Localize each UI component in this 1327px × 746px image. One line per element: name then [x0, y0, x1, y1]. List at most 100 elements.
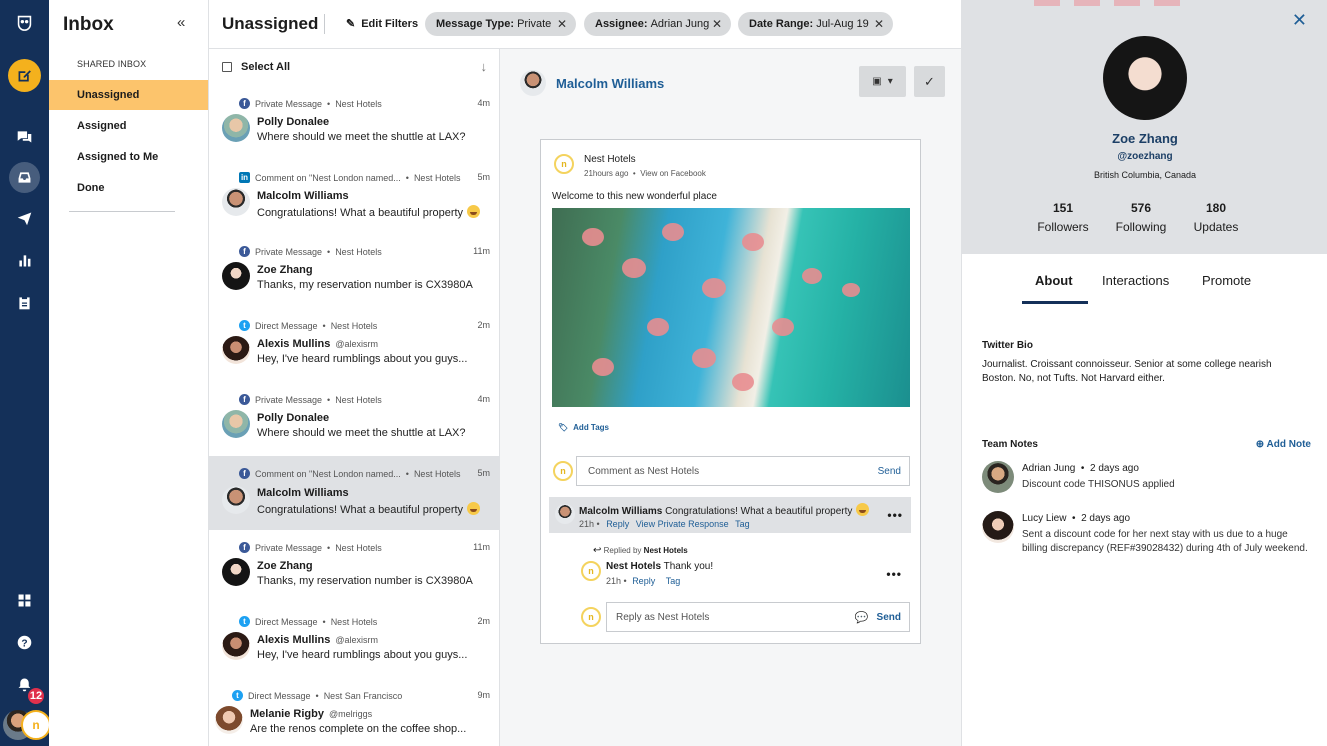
- publish-icon[interactable]: [10, 204, 39, 233]
- list-item[interactable]: f Private Message • Nest Hotels 11m Zoe Zha…: [209, 240, 499, 314]
- more-options-icon[interactable]: •••: [886, 567, 902, 581]
- comment-input[interactable]: Comment as Nest Hotels Send: [576, 456, 910, 486]
- note-author: Lucy Liew: [1022, 513, 1067, 524]
- message-type: Comment on "Nest London named...: [255, 468, 401, 479]
- list-item[interactable]: t Direct Message • Nest Hotels 2m Alexis Mu…: [209, 610, 499, 684]
- sender-name: Malcolm Williams: [257, 487, 349, 499]
- filter-chip-assignee[interactable]: Assignee: Adrian Jung ✕: [584, 12, 731, 36]
- resolve-button[interactable]: ✓: [914, 66, 945, 97]
- reply-input[interactable]: Reply as Nest Hotels 💬 Send: [606, 602, 910, 632]
- filter-chip-date-range[interactable]: Date Range: Jul-Aug 19 ✕: [738, 12, 893, 36]
- remove-filter-icon[interactable]: ✕: [712, 17, 722, 31]
- more-options-icon[interactable]: •••: [887, 508, 903, 522]
- dot-separator: •: [322, 616, 326, 627]
- edit-filters-label: Edit Filters: [361, 17, 419, 30]
- list-item[interactable]: f Private Message • Nest Hotels 4m Polly Do…: [209, 92, 499, 166]
- close-icon[interactable]: ✕: [1292, 10, 1307, 31]
- message-time: 5m: [477, 172, 490, 182]
- profile-name: Zoe Zhang: [1112, 131, 1178, 146]
- message-meta: f Private Message • Nest Hotels: [239, 98, 382, 109]
- list-item[interactable]: f Private Message • Nest Hotels 4m Polly Do…: [209, 388, 499, 462]
- nav-item-done[interactable]: Done: [49, 173, 208, 203]
- inbox-icon[interactable]: [9, 162, 40, 193]
- reply-tag-link[interactable]: Tag: [666, 576, 681, 586]
- message-preview: Where should we meet the shuttle at LAX?: [257, 131, 466, 143]
- replied-by-author: Nest Hotels: [643, 546, 688, 555]
- nav-item-assigned[interactable]: Assigned: [49, 111, 208, 141]
- remove-filter-icon[interactable]: ✕: [557, 17, 567, 31]
- avatar: [222, 558, 250, 586]
- help-icon[interactable]: ?: [10, 628, 39, 657]
- comment-actions: 21h • Reply View Private Response Tag: [579, 519, 750, 529]
- add-tags-button[interactable]: 🏷 Add Tags: [558, 423, 609, 432]
- tab-promote[interactable]: Promote: [1202, 273, 1251, 288]
- list-item[interactable]: t Direct Message • Nest San Francisco 9m Me…: [209, 684, 492, 746]
- list-item[interactable]: t Direct Message • Nest Hotels 2m Alexis Mu…: [209, 314, 499, 388]
- message-type: Direct Message: [248, 690, 311, 701]
- sender-name: Zoe Zhang: [257, 264, 313, 276]
- remove-filter-icon[interactable]: ✕: [874, 17, 884, 31]
- account-avatar[interactable]: n: [3, 710, 51, 742]
- sort-arrow-icon[interactable]: ↓: [481, 59, 488, 74]
- list-item[interactable]: f Private Message • Nest Hotels 11m Zoe Zha…: [209, 536, 499, 610]
- team-note: Adrian Jung • 2 days ago Discount code T…: [982, 461, 1175, 493]
- stat-label: Updates: [1193, 220, 1239, 234]
- list-item[interactable]: in Comment on "Nest London named... • Nest …: [209, 166, 499, 240]
- compose-icon[interactable]: [8, 59, 41, 92]
- nav-item-assigned-to-me[interactable]: Assigned to Me: [49, 142, 208, 172]
- facebook-icon: f: [239, 246, 250, 257]
- tab-interactions[interactable]: Interactions: [1102, 273, 1169, 288]
- saved-replies-icon[interactable]: 💬: [855, 611, 869, 624]
- avatar: [982, 511, 1014, 543]
- tab-about[interactable]: About: [1035, 273, 1073, 288]
- comment-reply-link[interactable]: Reply: [606, 519, 629, 529]
- filter-chip-message-type[interactable]: Message Type: Private ✕: [425, 12, 576, 36]
- edit-filters-button[interactable]: ✎ Edit Filters: [346, 17, 419, 31]
- reply-placeholder: Reply as Nest Hotels: [616, 612, 710, 623]
- assign-dropdown-button[interactable]: ▣ ▾: [859, 66, 906, 97]
- add-note-button[interactable]: ⊕ Add Note: [1256, 439, 1311, 450]
- analytics-icon[interactable]: [10, 246, 39, 275]
- avatar: [520, 70, 546, 96]
- list-item-selected[interactable]: f Comment on "Nest London named... • Nest H…: [209, 456, 499, 530]
- post-caption: Welcome to this new wonderful place: [552, 191, 717, 202]
- message-meta: t Direct Message • Nest Hotels: [239, 616, 377, 627]
- blurred-banner: [1034, 0, 1194, 6]
- sender-name: Alexis Mullins: [257, 634, 331, 646]
- message-meta: f Private Message • Nest Hotels: [239, 246, 382, 257]
- view-private-response-link[interactable]: View Private Response: [636, 519, 729, 529]
- message-preview: Hey, I've heard rumblings about you guys…: [257, 649, 468, 661]
- message-meta: t Direct Message • Nest Hotels: [239, 320, 377, 331]
- message-account: Nest Hotels: [330, 616, 378, 627]
- nav-item-unassigned[interactable]: Unassigned: [49, 80, 208, 110]
- chevron-down-icon: ▾: [887, 76, 893, 87]
- bio-heading: Twitter Bio: [982, 340, 1033, 351]
- apps-icon[interactable]: [10, 586, 39, 615]
- reply-send-button[interactable]: 💬 Send: [855, 611, 901, 624]
- message-account: Nest Hotels: [335, 394, 382, 405]
- profile-handle: @zoezhang: [1117, 151, 1173, 162]
- comment-tag-link[interactable]: Tag: [735, 519, 750, 529]
- reply-reply-link[interactable]: Reply: [632, 576, 655, 586]
- select-all[interactable]: Select All: [222, 61, 290, 73]
- inbox-nav: Inbox « SHARED INBOX Unassigned Assigned…: [49, 0, 209, 746]
- conversation-contact-name[interactable]: Malcolm Williams: [556, 76, 664, 91]
- streams-icon[interactable]: [10, 122, 39, 151]
- message-preview: Are the renos complete on the coffee sho…: [250, 723, 467, 735]
- assignments-icon[interactable]: [10, 288, 39, 317]
- sender-name: Alexis Mullins: [257, 338, 331, 350]
- collapse-nav-icon[interactable]: «: [177, 14, 185, 31]
- note-time: 2 days ago: [1090, 463, 1139, 474]
- message-account: Nest Hotels: [335, 246, 382, 257]
- select-all-checkbox[interactable]: [222, 62, 232, 72]
- profile-tabs: About Interactions Promote: [962, 254, 1327, 304]
- post-author: Nest Hotels: [584, 154, 636, 165]
- comment-send-button[interactable]: Send: [878, 466, 901, 477]
- owl-logo-icon[interactable]: [10, 8, 39, 37]
- active-tab-underline: [1022, 301, 1088, 304]
- message-sender: Polly Donalee: [257, 412, 329, 424]
- bio-text: Journalist. Croissant connoisseur. Senio…: [982, 359, 1272, 384]
- message-sender: Malcolm Williams: [257, 190, 349, 202]
- comment-time: 21h: [579, 519, 595, 529]
- view-on-facebook-link[interactable]: View on Facebook: [640, 169, 706, 178]
